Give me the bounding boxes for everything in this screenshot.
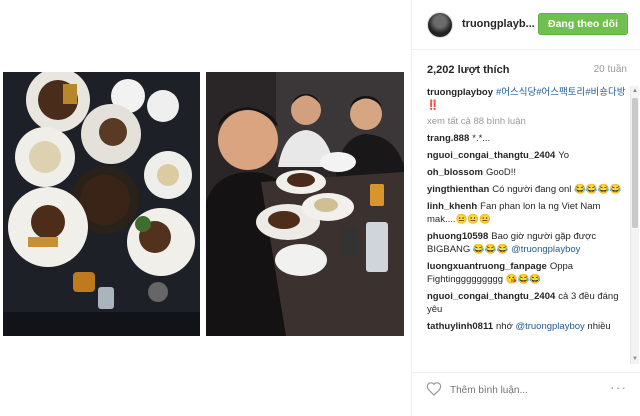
comment: yingthienthan Có người đang onl 😂😂😂😂 <box>427 183 628 196</box>
caption-username[interactable]: truongplayboy <box>427 87 493 98</box>
post-footer: ··· <box>412 372 640 416</box>
comment-username[interactable]: nguoi_congai_thangtu_2404 <box>427 150 555 161</box>
comment-mention[interactable]: @truongplayboy <box>515 321 584 332</box>
comment: phuong10598 Bao giờ người gặp được BIGBAN… <box>427 230 628 256</box>
instagram-post-modal: truongplayb... Đang theo dõi 2,202 lượt … <box>0 0 640 416</box>
comment-username[interactable]: tathuylinh0811 <box>427 321 493 332</box>
comment: trang.888 *.*... <box>427 132 628 145</box>
heart-icon[interactable] <box>426 381 442 397</box>
comment: luongxuantruong_fanpage Oppa Fightinggggg… <box>427 260 628 286</box>
comment: linh_khenh Fan phan lon la ng Viet Nam ma… <box>427 200 628 226</box>
following-button[interactable]: Đang theo dõi <box>538 13 628 35</box>
comment-username[interactable]: trang.888 <box>427 133 469 144</box>
comment-username[interactable]: nguoi_congai_thangtu_2404 <box>427 291 555 302</box>
comment-username[interactable]: oh_blossom <box>427 167 483 178</box>
comment: nguoi_congai_thangtu_2404 Yo <box>427 149 628 162</box>
comment-text: Yo <box>558 150 570 161</box>
caption: truongplayboy #어스식당#어스팩토리#비숑다방 ‼️ <box>427 86 628 112</box>
comment-text-tail: nhiều <box>587 321 611 332</box>
like-count[interactable]: 2,202 lượt thích <box>427 64 509 76</box>
post-details-panel: truongplayb... Đang theo dõi 2,202 lượt … <box>411 0 640 416</box>
more-options-icon[interactable]: ··· <box>610 379 627 395</box>
post-media <box>0 0 411 416</box>
comment-text: *.*... <box>472 133 491 144</box>
food-photo-image <box>3 72 200 336</box>
comment: nguoi_congai_thangtu_2404 cả 3 đều đáng y… <box>427 290 628 316</box>
comment: tathuylinh0811 nhớ @truongplayboy nhiều <box>427 320 628 333</box>
add-comment-input[interactable] <box>450 381 600 399</box>
post-age[interactable]: 20 tuần <box>594 64 627 75</box>
post-author-username[interactable]: truongplayb... <box>462 18 535 30</box>
selfie-photo-image <box>206 72 404 336</box>
comment-username[interactable]: yingthienthan <box>427 184 489 195</box>
post-header: truongplayb... Đang theo dõi <box>412 0 640 50</box>
comment-text: nhớ <box>496 321 513 332</box>
post-stats: 2,202 lượt thích 20 tuần <box>412 58 640 82</box>
view-all-comments-link[interactable]: xem tất cả 88 bình luận <box>427 116 628 127</box>
comments-scrollbar[interactable]: ▲ ▼ <box>630 86 639 364</box>
comment: oh_blossom GooD!! <box>427 166 628 179</box>
selfie-photo[interactable] <box>206 72 404 336</box>
comment-text: Có người đang onl 😂😂😂😂 <box>492 184 622 195</box>
comment-username[interactable]: luongxuantruong_fanpage <box>427 261 547 272</box>
comment-username[interactable]: linh_khenh <box>427 201 477 212</box>
avatar[interactable] <box>427 12 453 38</box>
comments-list: truongplayboy #어스식당#어스팩토리#비숑다방 ‼️ xem tất… <box>412 86 634 370</box>
scroll-up-arrow-icon[interactable]: ▲ <box>632 88 638 94</box>
food-photo[interactable] <box>3 72 200 336</box>
comment-text: GooD!! <box>485 167 517 178</box>
comment-username[interactable]: phuong10598 <box>427 231 488 242</box>
scroll-down-arrow-icon[interactable]: ▼ <box>632 356 638 362</box>
comment-mention[interactable]: @truongplayboy <box>511 244 580 255</box>
scrollbar-thumb[interactable] <box>632 98 638 228</box>
